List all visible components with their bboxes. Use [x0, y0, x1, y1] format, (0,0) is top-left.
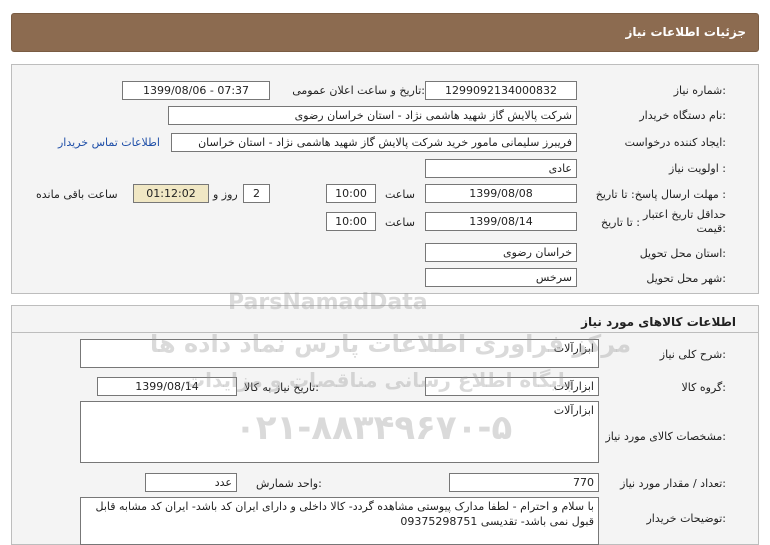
announce-datetime-label: تاریخ و ساعت اعلان عمومی: — [292, 84, 425, 97]
goods-group-label: گروه کالا: — [681, 381, 726, 394]
buyer-org-label: نام دستگاه خریدار: — [639, 109, 726, 122]
quantity-field: 770 — [449, 473, 599, 492]
unit-label: واحد شمارش: — [256, 477, 322, 490]
reply-deadline-time-label: ساعت — [385, 188, 415, 201]
reply-deadline-date-field: 1399/08/08 — [425, 184, 577, 203]
announce-datetime-field: 1399/08/06 - 07:37 — [122, 81, 270, 100]
delivery-province-label: استان محل تحویل: — [639, 247, 726, 260]
price-validity-time-field: 10:00 — [326, 212, 376, 231]
buyer-contact-link[interactable]: اطلاعات تماس خریدار — [58, 136, 160, 149]
goods-section-title: اطلاعات کالاهای مورد نیاز — [581, 315, 736, 329]
reply-deadline-label: مهلت ارسال پاسخ: تا تاریخ : — [595, 188, 726, 201]
delivery-city-label: شهر محل تحویل: — [646, 272, 726, 285]
goods-group-field: ابزارآلات — [425, 377, 599, 396]
priority-field: عادی — [425, 159, 577, 178]
quantity-label: تعداد / مقدار مورد نیاز: — [620, 477, 726, 490]
unit-field: عدد — [145, 473, 237, 492]
price-validity-to-date-label: تا تاریخ : — [601, 216, 640, 229]
reply-days-label: روز و — [213, 188, 238, 201]
need-date-label: تاریخ نیاز به کالا: — [244, 381, 319, 394]
buyer-notes-field: با سلام و احترام - لطفا مدارک پیوستی مشا… — [80, 497, 599, 545]
delivery-city-field: سرخس — [425, 268, 577, 287]
buyer-notes-label: توضیحات خریدار: — [646, 512, 727, 525]
remaining-time-label: ساعت باقی مانده — [36, 188, 118, 201]
page-header: جزئیات اطلاعات نیاز — [11, 13, 759, 52]
price-validity-date-field: 1399/08/14 — [425, 212, 577, 231]
goods-section-divider — [12, 332, 758, 333]
priority-label: اولویت نیاز : — [668, 162, 726, 175]
need-number-label: شماره نیاز: — [673, 84, 726, 97]
price-validity-label-line2: قیمت: — [696, 222, 726, 235]
reply-deadline-time-field: 10:00 — [326, 184, 376, 203]
page-title: جزئیات اطلاعات نیاز — [625, 25, 746, 39]
requester-label: ایجاد کننده درخواست: — [624, 136, 726, 149]
need-date-field: 1399/08/14 — [97, 377, 237, 396]
reply-days-field: 2 — [243, 184, 270, 203]
delivery-province-field: خراسان رضوی — [425, 243, 577, 262]
requester-field: فریبرز سلیمانی مامور خرید شرکت پالایش گا… — [171, 133, 577, 152]
general-desc-field: ابزارآلات — [80, 339, 599, 368]
price-validity-time-label: ساعت — [385, 216, 415, 229]
remaining-time-field: 01:12:02 — [133, 184, 209, 203]
buyer-org-field: شرکت پالایش گاز شهید هاشمی نژاد - استان … — [168, 106, 577, 125]
price-validity-label-line1: حداقل تاریخ اعتبار — [642, 208, 726, 221]
general-desc-label: شرح کلی نیاز: — [659, 348, 726, 361]
specs-field: ابزارآلات — [80, 401, 599, 463]
specs-label: مشخصات کالای مورد نیاز: — [605, 430, 726, 443]
need-number-field: 1299092134000832 — [425, 81, 577, 100]
